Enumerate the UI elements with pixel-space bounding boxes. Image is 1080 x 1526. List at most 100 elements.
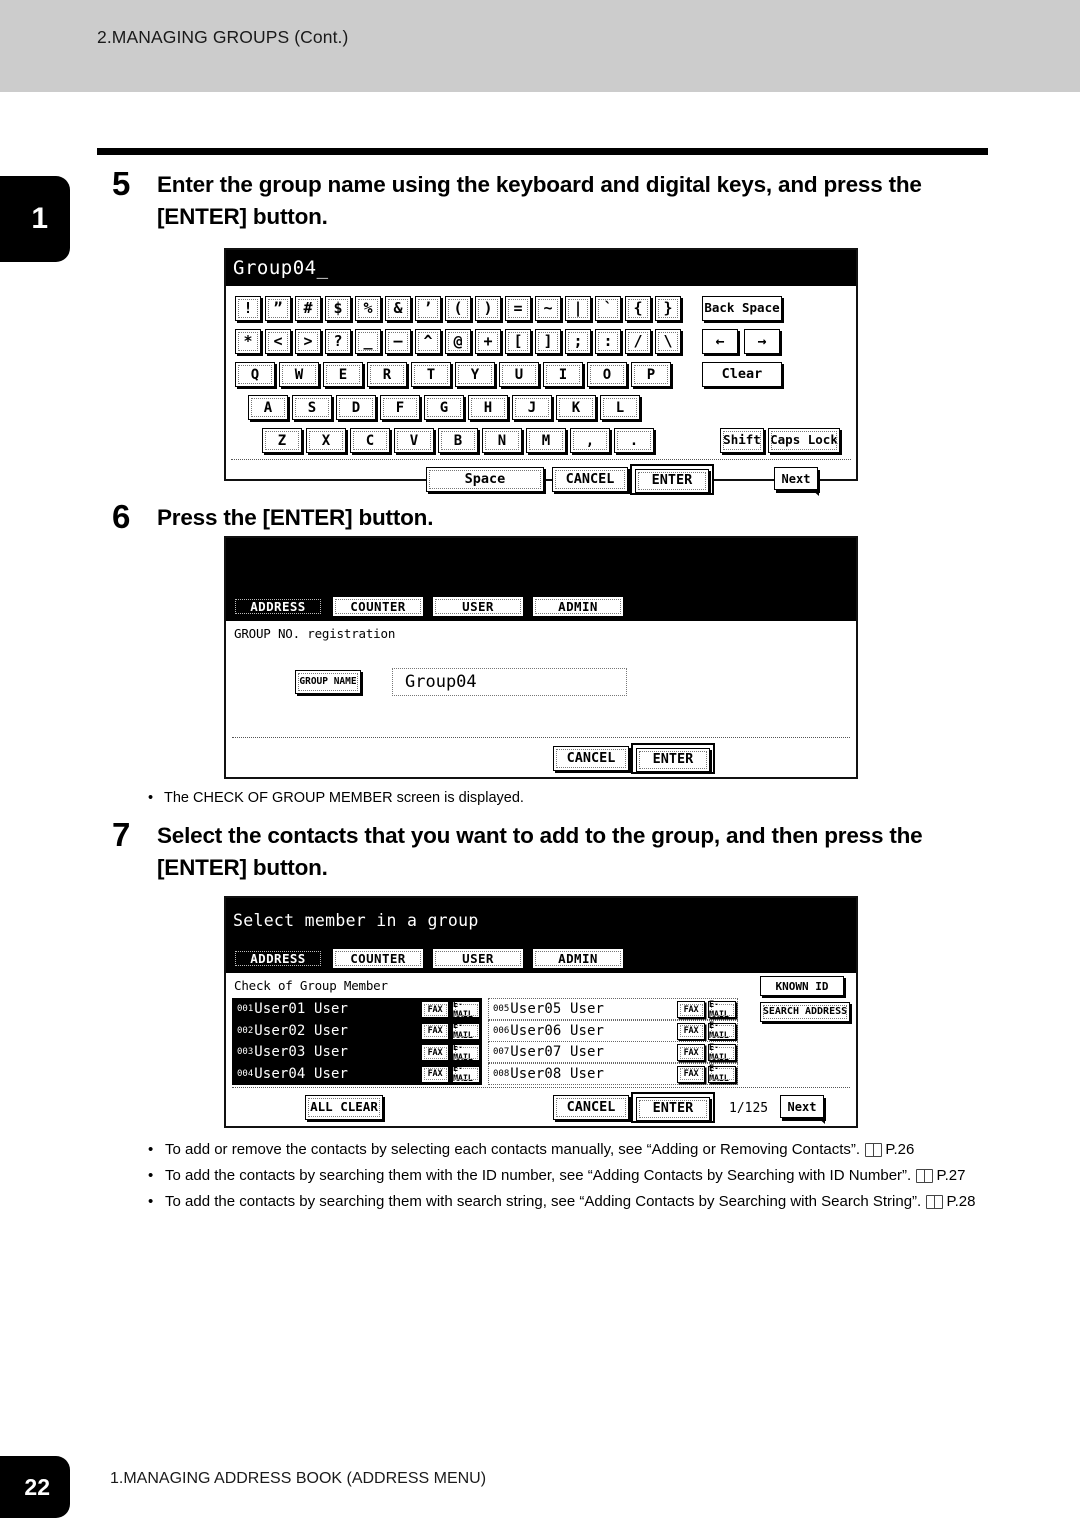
- symbol-key-row2-4[interactable]: _: [355, 329, 381, 354]
- contact-right-row[interactable]: 005 User05 User FAX E-MAIL: [488, 998, 738, 1020]
- letter-key-row2-3[interactable]: F: [380, 395, 420, 420]
- contact-left-row[interactable]: 002 User02 User FAX E-MAIL: [232, 1019, 482, 1042]
- symbol-key-row1-0[interactable]: !: [235, 296, 261, 321]
- letter-key-row2-8[interactable]: L: [600, 395, 640, 420]
- member-next-button[interactable]: Next: [780, 1095, 825, 1124]
- keyboard-enter-button[interactable]: ENTER: [635, 469, 709, 493]
- contact-left-row[interactable]: 001 User01 User FAX E-MAIL: [232, 998, 482, 1020]
- contact-left-row[interactable]: 004 User04 User FAX E-MAIL: [232, 1062, 482, 1085]
- symbol-key-row1-1[interactable]: ”: [265, 296, 291, 321]
- letter-key-row1-9[interactable]: P: [631, 362, 671, 387]
- symbol-key-row1-9[interactable]: =: [505, 296, 531, 321]
- contact-email-button[interactable]: E-MAIL: [708, 1043, 736, 1063]
- contact-email-button[interactable]: E-MAIL: [708, 1064, 736, 1084]
- known-id-button[interactable]: KNOWN ID: [760, 976, 844, 996]
- letter-key-row2-7[interactable]: K: [556, 395, 596, 420]
- letter-key-row1-4[interactable]: T: [411, 362, 451, 387]
- letter-key-row3-3[interactable]: V: [394, 428, 434, 453]
- symbol-key-row1-7[interactable]: (: [445, 296, 471, 321]
- symbol-key-row1-14[interactable]: }: [655, 296, 681, 321]
- symbol-key-row2-2[interactable]: >: [295, 329, 321, 354]
- symbol-key-row1-4[interactable]: %: [355, 296, 381, 321]
- symbol-key-row2-13[interactable]: /: [625, 329, 651, 354]
- group-name-button[interactable]: GROUP NAME: [295, 670, 361, 694]
- contact-fax-button[interactable]: FAX: [677, 1044, 705, 1061]
- contact-fax-button[interactable]: FAX: [421, 1044, 449, 1061]
- letter-key-row3-4[interactable]: B: [438, 428, 478, 453]
- contact-email-button[interactable]: E-MAIL: [452, 1064, 480, 1084]
- symbol-key-row2-1[interactable]: <: [265, 329, 291, 354]
- symbol-key-row1-11[interactable]: |: [565, 296, 591, 321]
- symbol-key-row2-0[interactable]: *: [235, 329, 261, 354]
- symbol-key-row2-7[interactable]: @: [445, 329, 471, 354]
- group-tab-user[interactable]: USER: [432, 596, 524, 617]
- letter-key-row2-4[interactable]: G: [424, 395, 464, 420]
- contact-email-button[interactable]: E-MAIL: [452, 1043, 480, 1063]
- symbol-key-row1-12[interactable]: `: [595, 296, 621, 321]
- contact-email-button[interactable]: E-MAIL: [708, 1021, 736, 1041]
- letter-key-row3-6[interactable]: M: [526, 428, 566, 453]
- contact-right-row[interactable]: 008 User08 User FAX E-MAIL: [488, 1062, 738, 1085]
- letter-key-row2-1[interactable]: S: [292, 395, 332, 420]
- group-enter-button[interactable]: ENTER: [636, 748, 710, 772]
- symbol-key-row2-5[interactable]: —: [385, 329, 411, 354]
- contact-fax-button[interactable]: FAX: [677, 1065, 705, 1083]
- arrow-left-key[interactable]: ←: [702, 329, 738, 354]
- group-name-field[interactable]: Group04: [392, 668, 627, 696]
- group-cancel-button[interactable]: CANCEL: [553, 746, 629, 771]
- shift-key[interactable]: Shift: [720, 428, 764, 453]
- back-space-key[interactable]: Back Space: [702, 296, 782, 321]
- contact-email-button[interactable]: E-MAIL: [452, 1000, 480, 1020]
- contact-left-row[interactable]: 003 User03 User FAX E-MAIL: [232, 1041, 482, 1063]
- member-tab-counter[interactable]: COUNTER: [332, 948, 424, 969]
- clear-key[interactable]: Clear: [702, 362, 782, 387]
- member-cancel-button[interactable]: CANCEL: [553, 1095, 629, 1120]
- contact-email-button[interactable]: E-MAIL: [452, 1021, 480, 1041]
- letter-key-row1-8[interactable]: O: [587, 362, 627, 387]
- group-tab-counter[interactable]: COUNTER: [332, 596, 424, 617]
- letter-key-row1-2[interactable]: E: [323, 362, 363, 387]
- symbol-key-row2-8[interactable]: +: [475, 329, 501, 354]
- keyboard-next-button[interactable]: Next: [774, 467, 819, 496]
- symbol-key-row1-10[interactable]: ~: [535, 296, 561, 321]
- symbol-key-row1-13[interactable]: {: [625, 296, 651, 321]
- letter-key-row3-8[interactable]: .: [614, 428, 654, 453]
- contact-fax-button[interactable]: FAX: [677, 1001, 705, 1018]
- group-tab-address[interactable]: ADDRESS: [232, 596, 324, 617]
- symbol-key-row2-14[interactable]: \: [655, 329, 681, 354]
- all-clear-button[interactable]: ALL CLEAR: [305, 1095, 383, 1120]
- symbol-key-row1-5[interactable]: &: [385, 296, 411, 321]
- letter-key-row1-5[interactable]: Y: [455, 362, 495, 387]
- space-key[interactable]: Space: [426, 467, 544, 492]
- letter-key-row1-6[interactable]: U: [499, 362, 539, 387]
- letter-key-row3-0[interactable]: Z: [262, 428, 302, 453]
- letter-key-row3-1[interactable]: X: [306, 428, 346, 453]
- letter-key-row3-5[interactable]: N: [482, 428, 522, 453]
- symbol-key-row2-10[interactable]: ]: [535, 329, 561, 354]
- symbol-key-row1-3[interactable]: $: [325, 296, 351, 321]
- contact-fax-button[interactable]: FAX: [421, 1065, 449, 1083]
- contact-right-row[interactable]: 006 User06 User FAX E-MAIL: [488, 1019, 738, 1042]
- symbol-key-row2-6[interactable]: ^: [415, 329, 441, 354]
- letter-key-row1-7[interactable]: I: [543, 362, 583, 387]
- letter-key-row3-7[interactable]: ,: [570, 428, 610, 453]
- letter-key-row2-0[interactable]: A: [248, 395, 288, 420]
- letter-key-row2-2[interactable]: D: [336, 395, 376, 420]
- letter-key-row2-5[interactable]: H: [468, 395, 508, 420]
- search-address-button[interactable]: SEARCH ADDRESS: [760, 1002, 850, 1022]
- keyboard-cancel-button[interactable]: CANCEL: [552, 467, 628, 492]
- contact-email-button[interactable]: E-MAIL: [708, 1000, 736, 1020]
- member-tab-admin[interactable]: ADMIN: [532, 948, 624, 969]
- member-tab-address[interactable]: ADDRESS: [232, 948, 324, 969]
- contact-fax-button[interactable]: FAX: [421, 1001, 449, 1018]
- member-enter-button[interactable]: ENTER: [636, 1097, 710, 1121]
- letter-key-row3-2[interactable]: C: [350, 428, 390, 453]
- caps-lock-key[interactable]: Caps Lock: [768, 428, 840, 453]
- symbol-key-row1-8[interactable]: ): [475, 296, 501, 321]
- contact-fax-button[interactable]: FAX: [677, 1022, 705, 1040]
- contact-right-row[interactable]: 007 User07 User FAX E-MAIL: [488, 1041, 738, 1063]
- group-tab-admin[interactable]: ADMIN: [532, 596, 624, 617]
- contact-fax-button[interactable]: FAX: [421, 1022, 449, 1040]
- symbol-key-row2-12[interactable]: :: [595, 329, 621, 354]
- symbol-key-row2-11[interactable]: ;: [565, 329, 591, 354]
